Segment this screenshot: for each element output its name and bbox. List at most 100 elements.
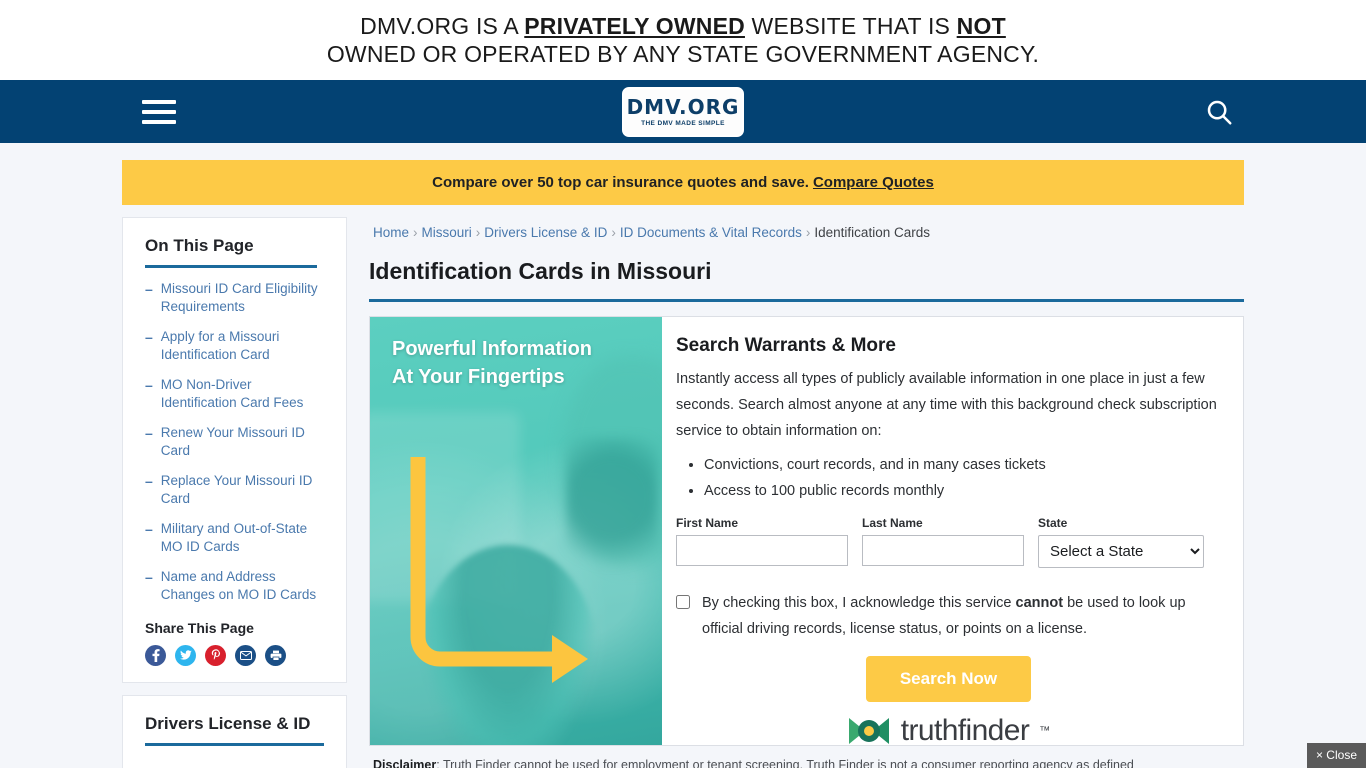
truthfinder-brand-name: truthfinder [900, 714, 1030, 746]
on-this-page-card: On This Page – Missouri ID Card Eligibili… [122, 217, 347, 683]
acknowledgement-row: By checking this box, I acknowledge this… [676, 590, 1221, 642]
insurance-promo-banner: Compare over 50 top car insurance quotes… [122, 160, 1244, 205]
logo-text: DMV.ORG [626, 94, 740, 119]
facebook-icon[interactable] [145, 645, 166, 666]
compare-quotes-link[interactable]: Compare Quotes [813, 174, 934, 191]
breadcrumb-link-drivers-license[interactable]: Drivers License & ID [484, 225, 607, 240]
ad-disclaimer-strong: Disclaimer [373, 758, 437, 768]
print-icon[interactable] [265, 645, 286, 666]
site-disclaimer-bar: DMV.ORG IS A PRIVATELY OWNED WEBSITE THA… [0, 0, 1366, 80]
truthfinder-brand: truthfinder ™ [676, 714, 1221, 746]
ack-text-a: By checking this box, I acknowledge this… [702, 595, 1016, 611]
state-select[interactable]: Select a State [1038, 535, 1204, 568]
ad-body: Search Warrants & More Instantly access … [662, 317, 1243, 745]
disclaimer-line2: OWNED OR OPERATED BY ANY STATE GOVERNMEN… [326, 41, 1040, 67]
acknowledgement-checkbox[interactable] [676, 595, 690, 609]
site-disclaimer-text: DMV.ORG IS A PRIVATELY OWNED WEBSITE THA… [327, 12, 1039, 68]
disclaimer-line1-part2: WEBSITE THAT IS [744, 13, 957, 39]
main-content: Home › Missouri › Drivers License & ID › ID Do… [369, 217, 1244, 768]
logo-tagline: THE DMV MADE SIMPLE [641, 119, 725, 127]
toc-item[interactable]: – Renew Your Missouri ID Card [145, 424, 324, 460]
sidebar-link-real-id-faqs[interactable]: REAL ID FAQs [145, 758, 324, 768]
toc-item[interactable]: – MO Non-Driver Identification Card Fees [145, 376, 324, 412]
disclaimer-not: NOT [956, 13, 1006, 39]
first-name-input[interactable] [676, 535, 848, 566]
acknowledgement-label[interactable]: By checking this box, I acknowledge this… [702, 590, 1221, 642]
dash-icon: – [145, 521, 153, 537]
drivers-license-section-title: Drivers License & ID [145, 714, 311, 733]
ad-bullet: Access to 100 public records monthly [704, 478, 1221, 504]
toc-link[interactable]: Military and Out-of-State MO ID Cards [161, 520, 324, 556]
pinterest-icon[interactable] [205, 645, 226, 666]
ad-bullet-list: Convictions, court records, and in many … [676, 452, 1221, 504]
drivers-license-link-list: REAL ID FAQs DMV COVID-19 FAQ [145, 758, 324, 768]
page-layout: On This Page – Missouri ID Card Eligibili… [122, 217, 1244, 768]
dash-icon: – [145, 473, 153, 489]
toc-link[interactable]: MO Non-Driver Identification Card Fees [161, 376, 324, 412]
on-this-page-rule [145, 265, 317, 268]
truthfinder-logo-icon [848, 718, 889, 744]
toc-link[interactable]: Replace Your Missouri ID Card [161, 472, 324, 508]
table-of-contents: – Missouri ID Card Eligibility Requiremen… [145, 280, 324, 604]
dash-icon: – [145, 281, 153, 297]
toc-item[interactable]: – Replace Your Missouri ID Card [145, 472, 324, 508]
sidebar: On This Page – Missouri ID Card Eligibili… [122, 217, 347, 768]
toc-link[interactable]: Apply for a Missouri Identification Card [161, 328, 324, 364]
ad-bullet: Convictions, court records, and in many … [704, 452, 1221, 478]
breadcrumb-link-missouri[interactable]: Missouri [422, 225, 472, 240]
breadcrumb: Home › Missouri › Drivers License & ID › ID Do… [369, 217, 1244, 246]
breadcrumb-link-home[interactable]: Home [373, 225, 409, 240]
drivers-license-section-rule [145, 743, 324, 746]
toc-item[interactable]: – Military and Out-of-State MO ID Cards [145, 520, 324, 556]
hamburger-bar-2 [142, 109, 176, 114]
hero-arrow-icon [410, 449, 600, 692]
last-name-input[interactable] [862, 535, 1024, 566]
toc-item[interactable]: – Name and Address Changes on MO ID Cards [145, 568, 324, 604]
first-name-field-group: First Name [676, 516, 848, 568]
ack-cannot: cannot [1015, 595, 1064, 611]
state-label: State [1038, 516, 1068, 530]
dash-icon: – [145, 377, 153, 393]
ad-description: Instantly access all types of publicly a… [676, 371, 1217, 439]
list-item[interactable]: REAL ID FAQs [145, 758, 324, 768]
breadcrumb-separator: › [611, 225, 616, 240]
hamburger-bar-1 [142, 99, 176, 104]
site-logo[interactable]: DMV.ORG THE DMV MADE SIMPLE [622, 86, 744, 137]
ad-hero-text: Powerful Information At Your Fingertips [392, 335, 646, 391]
hamburger-bar-3 [142, 119, 176, 124]
promo-text: Compare over 50 top car insurance quotes… [432, 174, 809, 191]
truthfinder-tm: ™ [1039, 725, 1051, 737]
ad-hero-image: Powerful Information At Your Fingertips [370, 317, 662, 745]
ad-disclaimer: Disclaimer: Truth Finder cannot be used … [369, 756, 1244, 768]
cta-wrapper: Search Now [676, 656, 1221, 702]
breadcrumb-link-id-documents[interactable]: ID Documents & Vital Records [620, 225, 802, 240]
close-ad-button[interactable]: × Close [1306, 743, 1366, 768]
ad-heading: Search Warrants & More [676, 335, 896, 356]
toc-link[interactable]: Renew Your Missouri ID Card [161, 424, 324, 460]
ad-hero-line1: Powerful Information [392, 338, 592, 360]
drivers-license-section-card: Drivers License & ID REAL ID FAQs DMV CO… [122, 695, 347, 768]
disclaimer-line1-part1: DMV.ORG IS A [360, 13, 525, 39]
share-this-page-title: Share This Page [145, 620, 254, 636]
ad-search-form: First Name Last Name State Select a Stat… [676, 516, 1221, 568]
breadcrumb-separator: › [475, 225, 481, 240]
last-name-field-group: Last Name [862, 516, 1024, 568]
dash-icon: – [145, 425, 153, 441]
hamburger-menu-icon[interactable] [142, 99, 176, 124]
toc-link[interactable]: Name and Address Changes on MO ID Cards [161, 568, 324, 604]
email-icon[interactable] [235, 645, 256, 666]
toc-item[interactable]: – Missouri ID Card Eligibility Requiremen… [145, 280, 324, 316]
search-icon[interactable] [1204, 97, 1234, 127]
toc-link[interactable]: Missouri ID Card Eligibility Requirement… [161, 280, 324, 316]
page-title: Identification Cards in Missouri [369, 258, 1244, 302]
breadcrumb-separator: › [805, 225, 811, 240]
search-now-button[interactable]: Search Now [865, 656, 1032, 702]
toc-item[interactable]: – Apply for a Missouri Identification Car… [145, 328, 324, 364]
ad-hero-line2: At Your Fingertips [392, 366, 565, 388]
twitter-icon[interactable] [175, 645, 196, 666]
breadcrumb-current: Identification Cards [814, 225, 930, 240]
breadcrumb-separator: › [413, 225, 418, 240]
dash-icon: – [145, 329, 153, 345]
state-field-group: State Select a State [1038, 516, 1204, 568]
on-this-page-title: On This Page [145, 236, 254, 255]
